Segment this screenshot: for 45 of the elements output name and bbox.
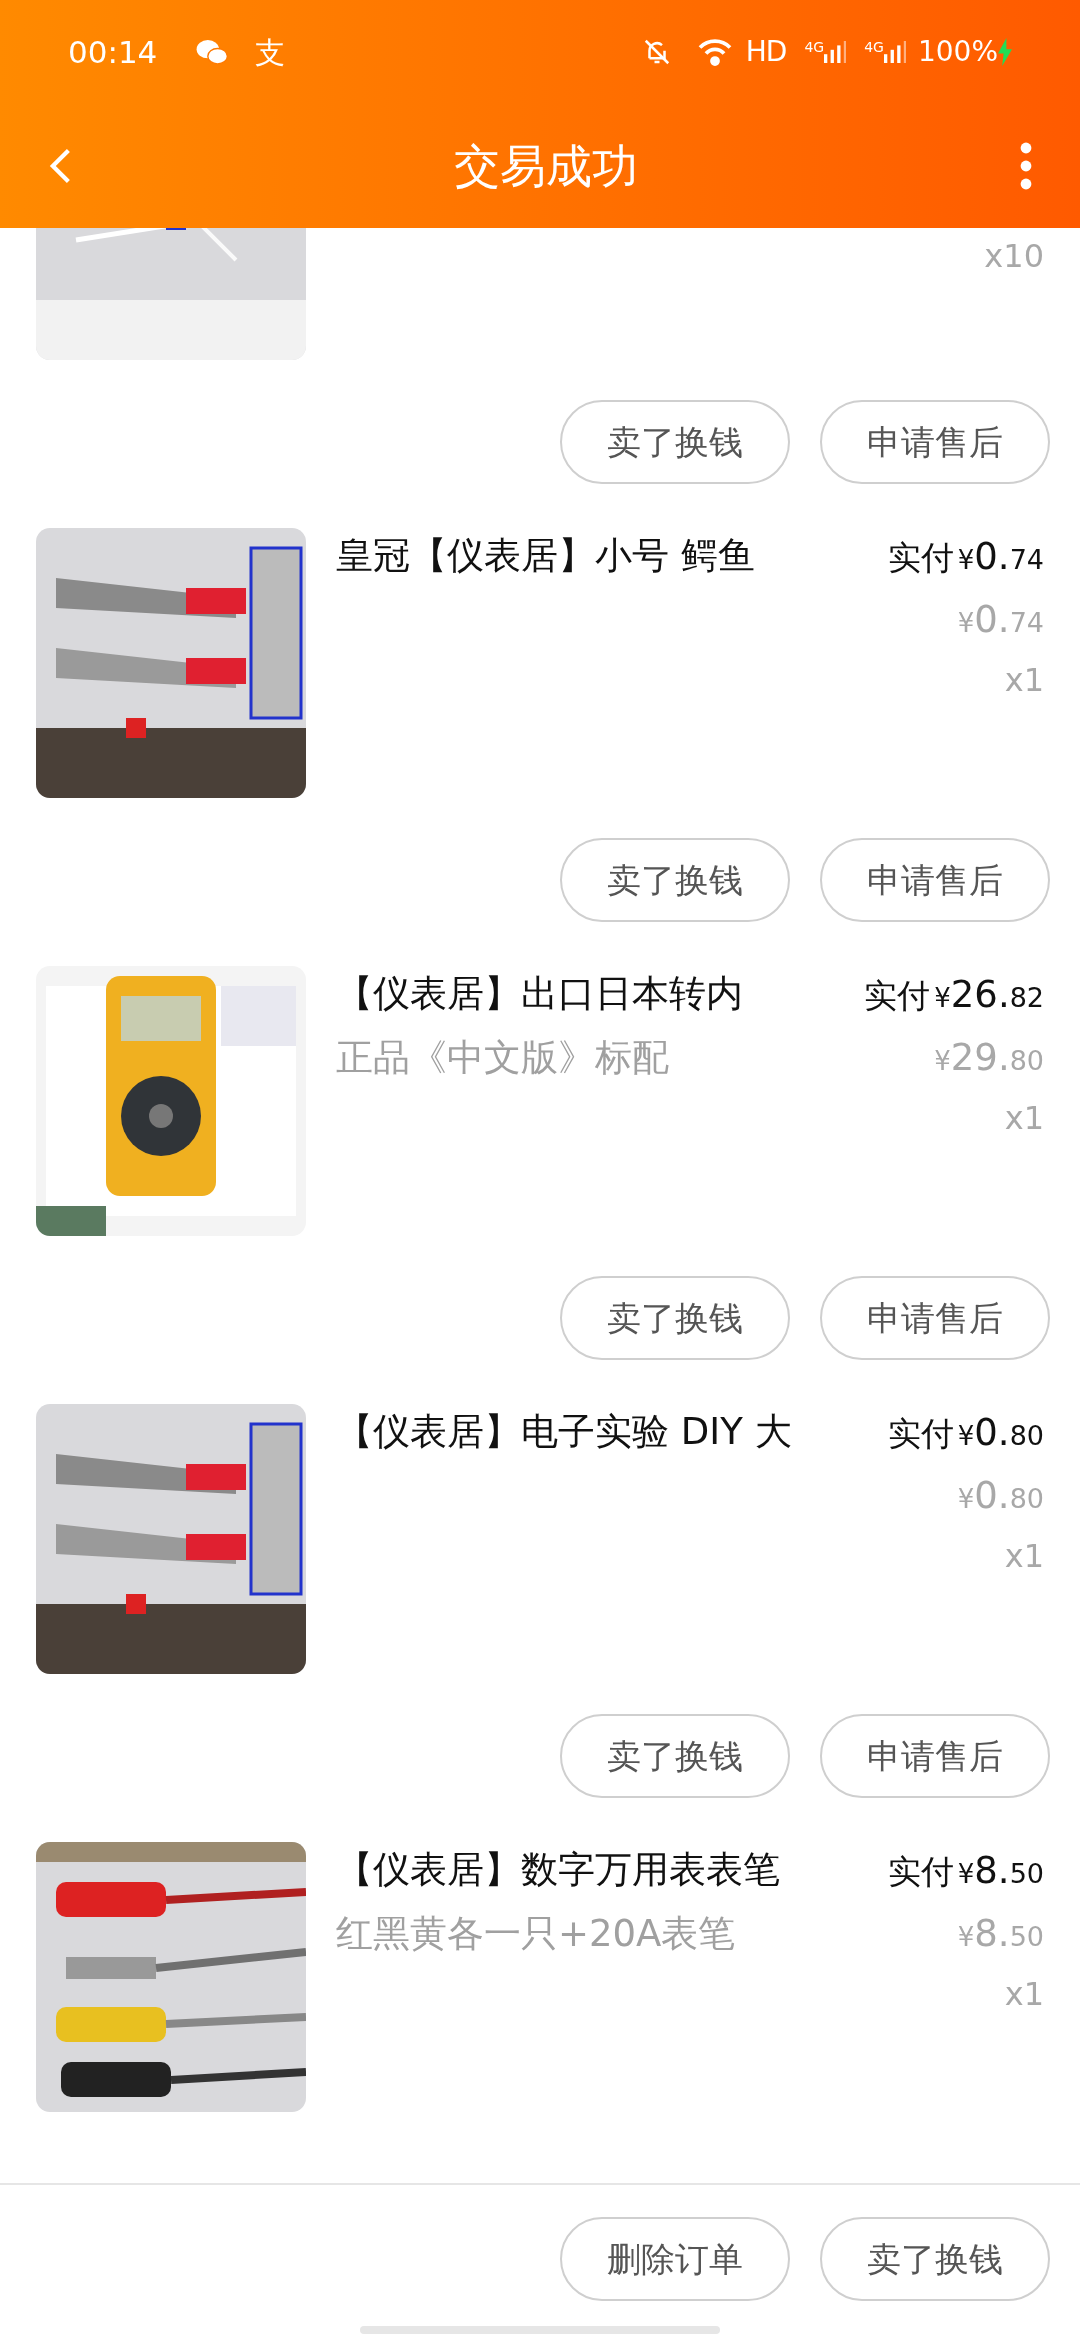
- action-button[interactable]: 卖了换钱: [560, 838, 790, 922]
- network-label: 4G: [804, 40, 825, 54]
- chat-icon: [195, 38, 230, 66]
- paid-price: ¥0.74: [957, 538, 1044, 575]
- action-button[interactable]: 申请售后: [820, 400, 1050, 484]
- battery-level: 100%: [917, 34, 998, 70]
- app-glyph: 支: [255, 33, 286, 72]
- product-subtitle: 正品《中文版》标配: [336, 1036, 670, 1080]
- original-price: ¥29.80: [934, 1039, 1044, 1076]
- original-price: ¥0.74: [957, 601, 1044, 638]
- quantity: x1: [1004, 664, 1044, 696]
- action-button[interactable]: 申请售后: [820, 1276, 1050, 1360]
- hd-label: HD: [745, 34, 787, 70]
- network-label: 4G: [864, 40, 884, 54]
- paid-label: 实付: [887, 1855, 954, 1888]
- paid-label: 实付: [887, 1417, 954, 1450]
- paid-price: ¥26.82: [934, 976, 1044, 1013]
- back-icon[interactable]: [48, 146, 72, 186]
- quantity: x10: [984, 240, 1044, 272]
- paid-label: 实付: [864, 979, 931, 1012]
- quantity: x1: [1004, 1978, 1044, 2010]
- product-title: 【仪表居】数字万用表表笔: [336, 1848, 781, 1892]
- action-button[interactable]: 卖了换钱: [820, 2217, 1050, 2301]
- action-button[interactable]: 申请售后: [820, 838, 1050, 922]
- paid-price: ¥0.80: [957, 1414, 1044, 1451]
- product-title: 【仪表居】出口日本转内: [336, 972, 744, 1016]
- product-title: 【仪表居】电子实验 DIY 大: [336, 1410, 793, 1454]
- paid-price: ¥8.50: [957, 1852, 1044, 1889]
- action-button[interactable]: 卖了换钱: [560, 400, 790, 484]
- status-time: 00:14: [68, 32, 158, 72]
- signal-icon: [824, 40, 847, 64]
- quantity: x1: [1004, 1102, 1044, 1134]
- product-subtitle: 红黑黄各一只+20A表笔: [336, 1912, 737, 1956]
- more-icon[interactable]: [1020, 140, 1032, 192]
- quantity: x1: [1004, 1540, 1044, 1572]
- signal-icon: [883, 40, 906, 64]
- original-price: ¥8.50: [957, 1915, 1044, 1952]
- action-button[interactable]: 申请售后: [820, 1714, 1050, 1798]
- product-title: 皇冠【仪表居】小号 鳄鱼: [336, 534, 756, 578]
- action-button[interactable]: 卖了换钱: [560, 1714, 790, 1798]
- page-title: 交易成功: [453, 137, 639, 195]
- action-button[interactable]: 卖了换钱: [560, 1276, 790, 1360]
- paid-label: 实付: [887, 541, 954, 574]
- original-price: ¥0.80: [957, 1477, 1044, 1514]
- action-button[interactable]: 删除订单: [560, 2217, 790, 2301]
